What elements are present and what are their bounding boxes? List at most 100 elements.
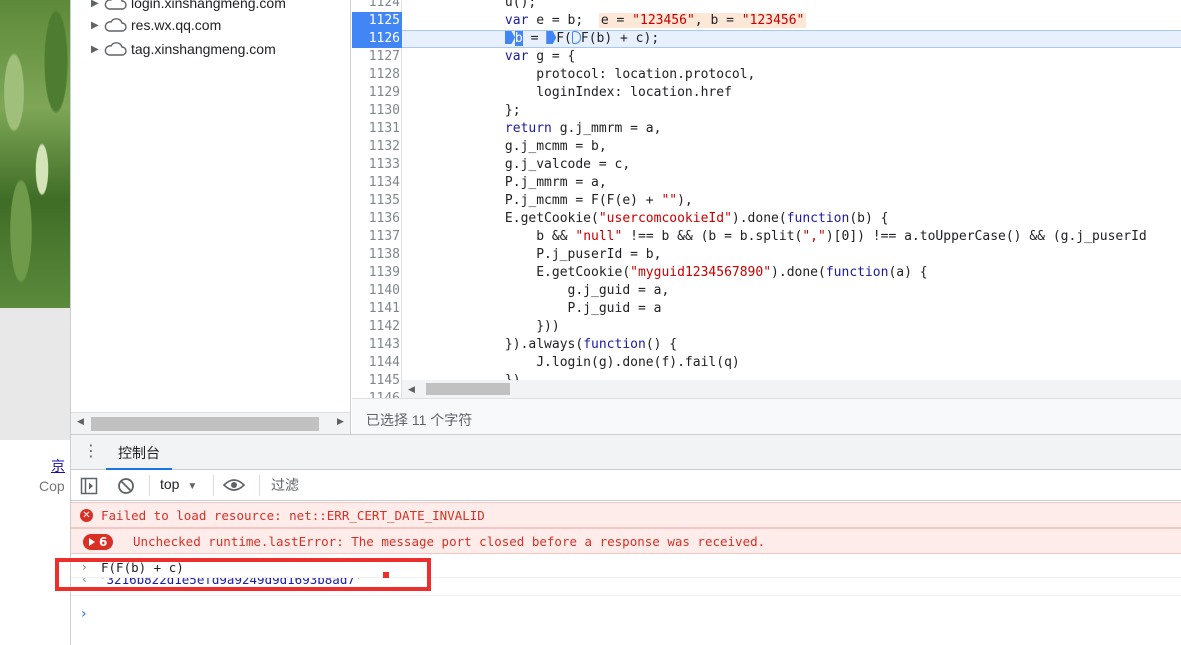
code-line: u(); (411, 0, 537, 10)
line-number[interactable]: 1137 (352, 228, 400, 246)
page-gray-band (0, 308, 70, 440)
page-copyright: Cop (39, 478, 65, 494)
tree-item-tag[interactable]: ▶ tag.xinshangmeng.com (91, 37, 276, 61)
code-line: return g.j_mmrm = a, (504, 121, 662, 136)
code-line: J.login(g).done(f).fail(q) (411, 355, 740, 370)
code-line: g.j_guid = a, (411, 283, 670, 298)
console-toolbar: top ▼ (71, 470, 1181, 501)
context-label: top (160, 476, 180, 492)
sidebar-toggle-icon[interactable] (80, 477, 98, 495)
scroll-right-icon[interactable]: ▶ (337, 416, 344, 427)
error-text: Unchecked runtime.lastError: The message… (133, 534, 766, 549)
error-count-badge: 6 (83, 534, 114, 550)
console-error-message: ✕ Failed to load resource: net::ERR_CERT… (71, 502, 1181, 528)
page-background: 京 Cop (0, 0, 70, 645)
line-number[interactable]: 1145 (352, 372, 400, 390)
editor-scrollbar[interactable]: ◀ (402, 380, 1181, 398)
line-number[interactable]: 1142 (352, 318, 400, 336)
file-tree-scrollbar[interactable]: ◀ ▶ (71, 412, 351, 434)
scroll-left-icon[interactable]: ◀ (408, 384, 415, 395)
editor-status-bar: 已选择 11 个字符 (352, 398, 1181, 434)
code-line: }).always(function() { (411, 337, 678, 352)
more-options-icon[interactable]: ⋮ (83, 441, 99, 463)
cloud-icon (104, 42, 127, 56)
line-number[interactable]: 1143 (352, 336, 400, 354)
line-number[interactable]: 1139 (352, 264, 400, 282)
tree-item-label: res.wx.qq.com (131, 17, 222, 33)
error-text: Failed to load resource: net::ERR_CERT_D… (101, 508, 485, 523)
code-line: loginIndex: location.href (411, 85, 732, 100)
code-line: P.j_mcmm = F(F(e) + ""), (411, 193, 693, 208)
line-number[interactable]: 1146 (352, 390, 400, 398)
line-number[interactable]: 1140 (352, 282, 400, 300)
line-number[interactable]: 1133 (352, 156, 400, 174)
code-line: b && "null" !== b && (b = b.split(",")[0… (411, 229, 1147, 244)
console-prompt-icon[interactable]: › (81, 606, 87, 622)
scrollbar-thumb[interactable] (426, 383, 510, 395)
code-line: E.getCookie("myguid1234567890").done(fun… (411, 265, 928, 280)
scroll-left-icon[interactable]: ◀ (77, 416, 84, 427)
expand-arrow-icon[interactable]: ▶ (91, 20, 103, 31)
code-line: })) (411, 319, 560, 334)
code-line: }; (411, 103, 521, 118)
line-number[interactable]: 1135 (352, 192, 400, 210)
scrollbar-thumb[interactable] (91, 417, 319, 431)
toolbar-separator (259, 475, 260, 496)
cloud-icon (104, 18, 127, 32)
code-line: b = F(F(b) + c); (411, 30, 659, 48)
line-number[interactable]: 1129 (352, 84, 400, 102)
line-number[interactable]: 1131 (352, 120, 400, 138)
drawer-tab-bar: ⋮ 控制台 (71, 434, 1181, 470)
sources-file-tree: ▶ login.xinshangmeng.com ▶ res.wx.qq.com… (71, 0, 351, 412)
code-line: protocol: location.protocol, (411, 67, 756, 82)
line-number[interactable]: 1141 (352, 300, 400, 318)
dropdown-arrow-icon: ▼ (187, 481, 198, 492)
selection-status: 已选择 11 个字符 (366, 412, 473, 428)
expand-arrow-icon[interactable]: ▶ (91, 0, 103, 9)
line-number[interactable]: 1125 (352, 12, 402, 30)
code-line: var g = { (504, 49, 576, 64)
code-line: g.j_valcode = c, (411, 157, 631, 172)
selected-token: b (514, 31, 523, 46)
line-number[interactable]: 1130 (352, 102, 400, 120)
line-gutter[interactable]: 1124 1125 1126 1127 1128 1129 1130 1131 1132 1133… (352, 0, 402, 398)
filter-input[interactable] (267, 473, 1177, 497)
line-number[interactable]: 1127 (352, 48, 400, 66)
clear-console-icon[interactable] (117, 477, 135, 495)
code-editor[interactable]: 1124 1125 1126 1127 1128 1129 1130 1131 1132 1133… (352, 0, 1181, 398)
tab-console[interactable]: 控制台 (106, 435, 172, 470)
line-number[interactable]: 1134 (352, 174, 400, 192)
highlight-annotation-box (55, 558, 431, 591)
toolbar-separator (149, 475, 150, 496)
code-line: P.j_puserId = b, (411, 247, 662, 262)
line-number[interactable]: 1136 (352, 210, 400, 228)
page-photo (0, 0, 70, 308)
console-error-message[interactable]: 6 Unchecked runtime.lastError: The messa… (71, 528, 1181, 554)
inline-breakpoint-icon[interactable] (571, 31, 581, 44)
code-line: var e = b; e = "123456", b = "123456" (504, 13, 807, 28)
line-number[interactable]: 1132 (352, 138, 400, 156)
annotation-dot (383, 572, 389, 578)
context-selector[interactable]: top ▼ (160, 476, 197, 492)
line-number[interactable]: 1128 (352, 66, 400, 84)
tree-item-label: login.xinshangmeng.com (131, 0, 286, 11)
devtools-panel: ▶ login.xinshangmeng.com ▶ res.wx.qq.com… (70, 0, 1181, 645)
toolbar-separator (213, 475, 214, 496)
line-number[interactable]: 1138 (352, 246, 400, 264)
expand-arrow-icon[interactable]: ▶ (91, 44, 103, 55)
inline-breakpoint-icon[interactable] (546, 31, 557, 44)
code-line: E.getCookie("usercomcookieId").done(func… (411, 211, 889, 226)
error-icon: ✕ (80, 509, 93, 522)
code-line: P.j_guid = a (411, 301, 662, 316)
line-number[interactable]: 1144 (352, 354, 400, 372)
tree-item-label: tag.xinshangmeng.com (131, 41, 276, 57)
tree-item-res[interactable]: ▶ res.wx.qq.com (91, 13, 221, 37)
inline-breakpoint-icon[interactable] (504, 31, 515, 44)
code-line: g.j_mcmm = b, (411, 139, 607, 154)
line-number[interactable]: 1124 (352, 0, 400, 12)
eye-icon[interactable] (223, 478, 245, 492)
page-footer-link[interactable]: 京 (51, 456, 65, 476)
inline-variable-values: e = "123456", b = "123456" (598, 13, 807, 28)
line-number[interactable]: 1126 (352, 30, 402, 48)
code-line: P.j_mmrm = a, (411, 175, 607, 190)
